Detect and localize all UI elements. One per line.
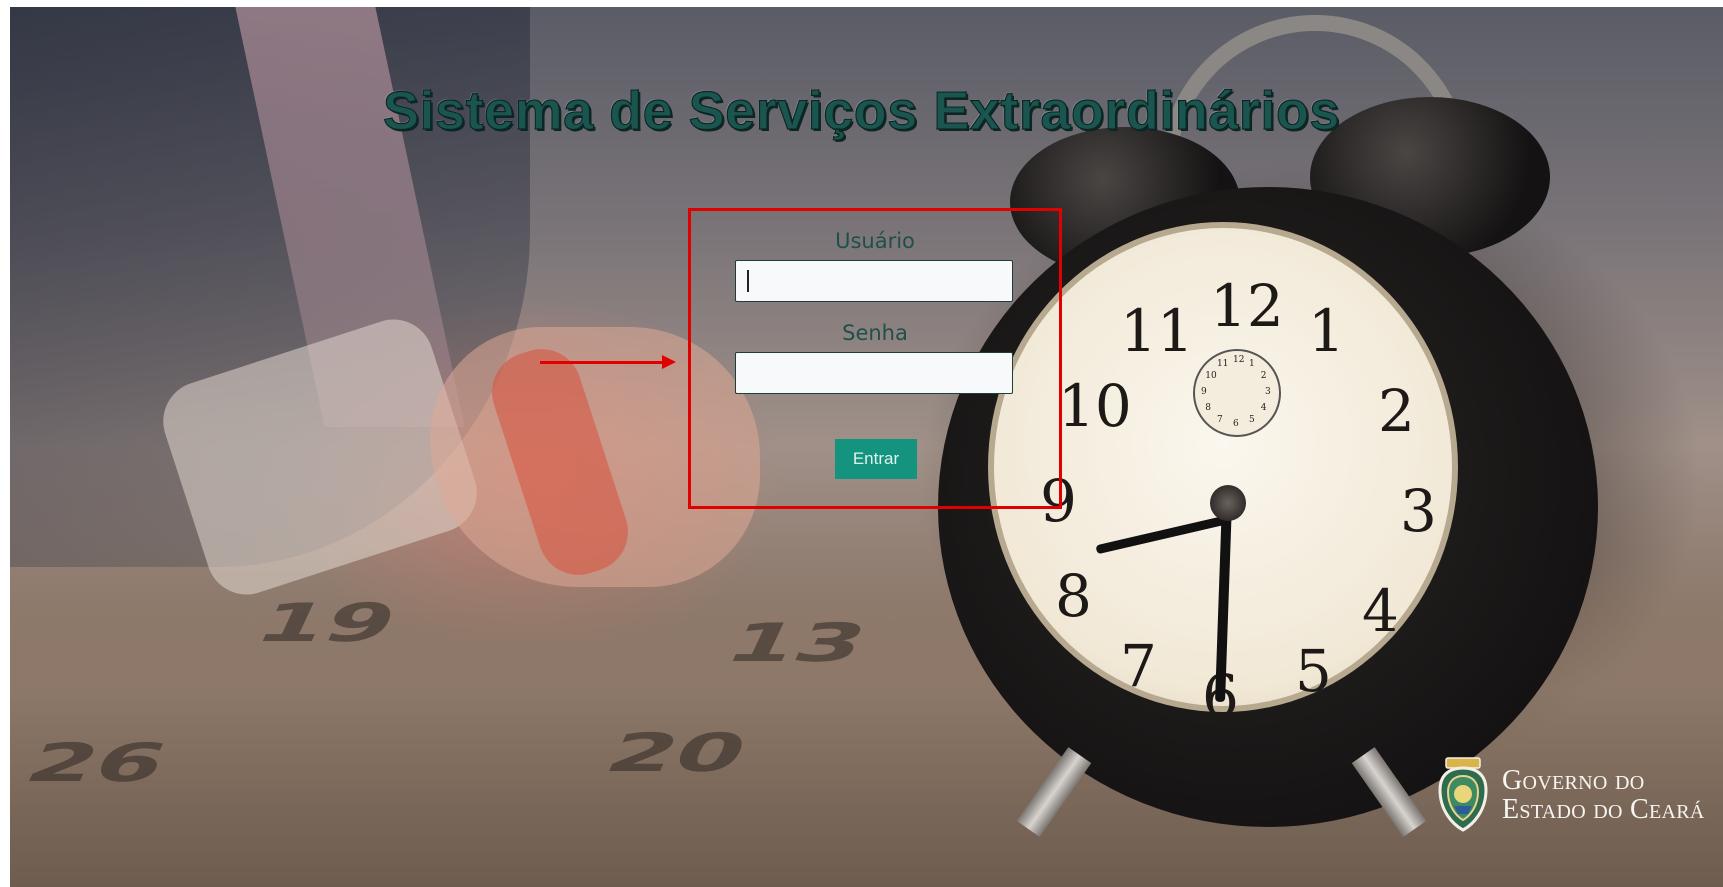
clock-numeral: 7	[1120, 632, 1157, 700]
sub-dial-numeral: 4	[1260, 403, 1267, 413]
clock-numeral: 5	[1295, 637, 1332, 705]
clock-numeral: 11	[1120, 297, 1194, 365]
sub-dial-numeral: 5	[1249, 414, 1255, 425]
password-input[interactable]	[735, 352, 1013, 394]
sub-dial-numeral: 9	[1201, 387, 1207, 397]
government-name-line2: Estado do Ceará	[1502, 794, 1705, 825]
sub-dial-numeral: 12	[1233, 355, 1245, 365]
username-input[interactable]	[735, 260, 1013, 302]
clock-numeral: 10	[1058, 372, 1132, 440]
sub-dial-numeral: 3	[1265, 387, 1271, 397]
clock-numeral: 8	[1055, 562, 1092, 630]
clock-numeral: 2	[1378, 377, 1415, 445]
login-button[interactable]: Entrar	[835, 439, 917, 479]
page-title: Sistema de Serviços Extraordinários	[382, 80, 1340, 141]
text-caret	[747, 270, 749, 292]
government-logo: Governo do Estado do Ceará	[1432, 755, 1717, 835]
clock-numeral: 4	[1362, 577, 1399, 645]
government-name-line1: Governo do	[1502, 764, 1645, 796]
clock-sub-dial: 12 1 2 3 4 5 6 7 8 9 10 11	[1193, 349, 1281, 437]
sub-dial-numeral: 1	[1249, 359, 1255, 370]
sub-dial-numeral: 6	[1233, 419, 1239, 429]
arrow-head-icon	[662, 355, 676, 369]
clock-numeral: 3	[1400, 477, 1437, 545]
coat-of-arms-icon	[1438, 757, 1488, 832]
username-label: Usuário	[835, 229, 915, 253]
government-name: Governo do Estado do Ceará	[1502, 764, 1705, 825]
sub-dial-numeral: 8	[1205, 403, 1212, 413]
clock-numeral: 1	[1308, 297, 1345, 365]
sub-dial-numeral: 10	[1205, 371, 1217, 381]
sub-dial-numeral: 2	[1260, 371, 1267, 381]
password-label: Senha	[842, 321, 908, 345]
sub-dial-numeral: 7	[1217, 414, 1223, 425]
login-form: Usuário Senha Entrar	[688, 208, 1062, 509]
sub-dial-numeral: 11	[1217, 359, 1229, 370]
arrow-right-icon	[540, 361, 665, 364]
clock-numeral: 12	[1210, 272, 1284, 340]
username-field-wrapper	[691, 260, 1059, 304]
clock-center-cap	[1210, 485, 1246, 521]
